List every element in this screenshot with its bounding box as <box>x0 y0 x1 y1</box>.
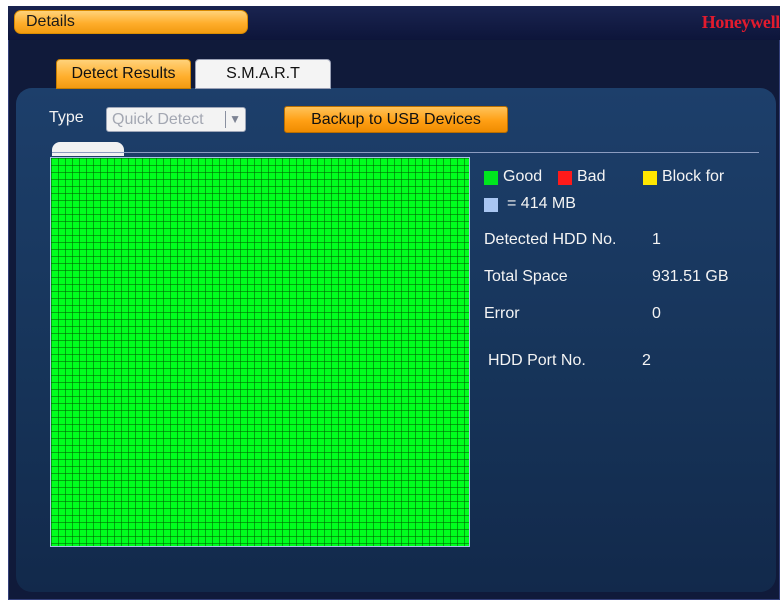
divider <box>52 152 759 153</box>
good-legend-label: Good <box>503 168 543 185</box>
tab-smart[interactable]: S.M.A.R.T <box>195 59 331 89</box>
chevron-down-icon: ▼ <box>225 111 241 128</box>
bad-legend-swatch <box>558 171 572 185</box>
brand-logo: Honeywell <box>701 12 780 32</box>
total-space-value: 931.51 GB <box>652 268 729 285</box>
block-size-label: = 414 MB <box>507 195 576 212</box>
disk-block-grid <box>50 157 470 547</box>
type-select-value: Quick Detect <box>112 111 204 128</box>
block-legend-label: Block for <box>662 168 725 185</box>
details-title-pill: Details <box>14 10 248 34</box>
tab-detect-results[interactable]: Detect Results <box>56 59 191 89</box>
bad-legend-label: Bad <box>577 168 606 185</box>
type-select[interactable]: Quick Detect ▼ <box>106 107 246 132</box>
block-legend-swatch <box>643 171 657 185</box>
unit-legend-swatch <box>484 198 498 212</box>
error-value: 0 <box>652 305 661 322</box>
hdd-port-value: 2 <box>642 352 651 369</box>
good-legend-swatch <box>484 171 498 185</box>
error-label: Error <box>484 305 520 322</box>
total-space-label: Total Space <box>484 268 568 285</box>
result-subtab[interactable] <box>52 142 124 156</box>
hdd-no-value: 1 <box>652 231 661 248</box>
hdd-no-label: Detected HDD No. <box>484 231 617 248</box>
hdd-port-label: HDD Port No. <box>488 352 586 369</box>
type-label: Type <box>49 109 84 126</box>
backup-to-usb-button[interactable]: Backup to USB Devices <box>284 106 508 133</box>
